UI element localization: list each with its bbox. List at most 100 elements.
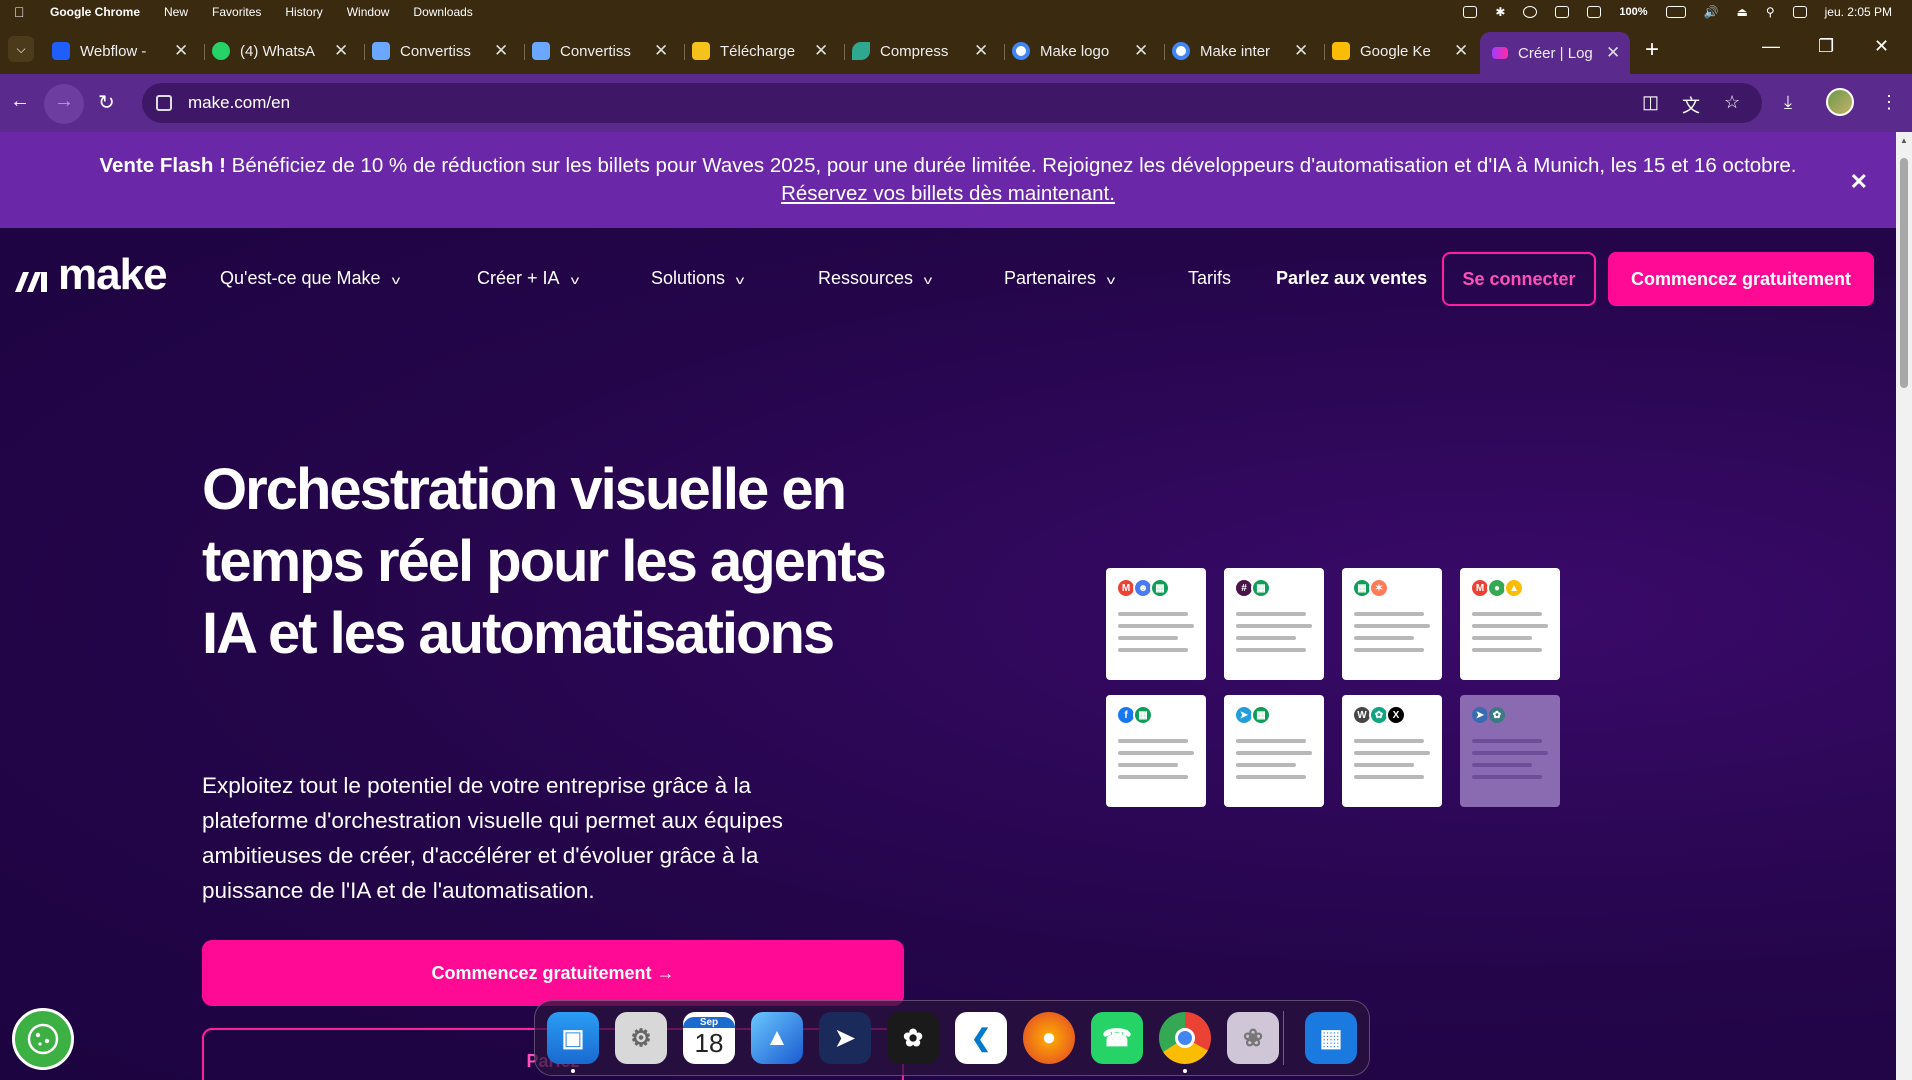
menubar-clock[interactable]: jeu. 2:05 PM — [1825, 5, 1892, 19]
cta-start-free-button[interactable]: Commencez gratuitement → — [202, 940, 904, 1006]
spotlight-search-icon[interactable]: ⚲ — [1766, 5, 1775, 19]
restore-window-icon[interactable]: ❐ — [1818, 36, 1834, 57]
nav-solutions[interactable]: Solutions v — [651, 268, 744, 289]
tab-close-icon[interactable]: ✕ — [494, 41, 508, 61]
drive-icon: ▲ — [1504, 578, 1524, 598]
install-app-icon[interactable]: ◫ — [1642, 92, 1659, 113]
chatgpt-icon[interactable]: ✿ — [887, 1012, 939, 1064]
chrome-icon[interactable] — [1159, 1012, 1211, 1064]
user-circle-icon[interactable] — [1523, 6, 1538, 18]
apple-menu-icon[interactable]:  — [14, 4, 34, 20]
login-button[interactable]: Se connecter — [1442, 252, 1596, 306]
automation-card[interactable]: M ☻ ▦ — [1106, 568, 1206, 680]
banner-link[interactable]: Réservez vos billets dès maintenant. — [781, 182, 1115, 205]
automation-card[interactable]: ▦ ✶ — [1342, 568, 1442, 680]
menu-favorites[interactable]: Favorites — [212, 5, 261, 19]
reload-icon[interactable]: ↻ — [98, 90, 115, 115]
nav-what-is-make[interactable]: Qu'est-ce que Make v — [220, 268, 400, 289]
make-logo-text[interactable]: make — [58, 250, 168, 300]
menu-new[interactable]: New — [164, 5, 188, 19]
automation-card[interactable]: ➤ ▦ — [1224, 695, 1324, 807]
tab-close-icon[interactable]: ✕ — [1606, 43, 1620, 63]
automation-card[interactable]: f ▦ — [1106, 695, 1206, 807]
tab-close-icon[interactable]: ✕ — [1134, 41, 1148, 61]
eject-icon[interactable]: ⏏ — [1736, 5, 1747, 19]
downloads-icon[interactable]: ⤓ — [1784, 92, 1792, 113]
device-icon[interactable] — [1555, 6, 1570, 18]
tab-make-logo[interactable]: Make logo ✕ — [1012, 36, 1162, 66]
tab-close-icon[interactable]: ✕ — [654, 41, 668, 61]
nav-create-ai[interactable]: Créer + IA v — [477, 268, 579, 289]
rocket-icon[interactable]: ➤ — [819, 1012, 871, 1064]
nav-partners[interactable]: Partenaires v — [1004, 268, 1115, 289]
tab-close-icon[interactable]: ✕ — [974, 41, 988, 61]
menu-history[interactable]: History — [285, 5, 322, 19]
automation-card[interactable]: W ✿ X — [1342, 695, 1442, 807]
display-icon[interactable] — [1587, 6, 1602, 18]
profile-avatar[interactable] — [1826, 88, 1854, 116]
menu-downloads[interactable]: Downloads — [413, 5, 472, 19]
tab-webflow[interactable]: Webflow - ✕ — [52, 36, 202, 66]
back-arrow-icon[interactable]: ← — [10, 90, 30, 113]
settings-icon[interactable]: ⚙ — [615, 1012, 667, 1064]
tab-close-icon[interactable]: ✕ — [334, 41, 348, 61]
calendar-icon[interactable]: Sep 18 — [683, 1012, 735, 1064]
nav-talk-to-sales[interactable]: Parlez aux ventes — [1276, 268, 1427, 289]
tab-close-icon[interactable]: ✕ — [1454, 41, 1468, 61]
control-center-icon[interactable] — [1792, 6, 1807, 18]
automation-card[interactable]: M ● ▲ — [1460, 568, 1560, 680]
bluetooth-icon[interactable]: ✱ — [1495, 5, 1505, 19]
address-bar[interactable]: make.com/en ◫ 文 ☆ — [142, 83, 1762, 123]
translate-icon[interactable]: 文 — [1682, 92, 1700, 118]
tab-telecharger[interactable]: Télécharge ✕ — [692, 36, 842, 66]
minimize-window-icon[interactable]: — — [1762, 36, 1780, 57]
nav-resources[interactable]: Ressources v — [818, 268, 932, 289]
chrome-menu-kebab-icon[interactable]: ⋮ — [1880, 92, 1898, 113]
tab-label: Webflow - — [80, 42, 147, 60]
banner-close-icon[interactable]: ✕ — [1850, 168, 1868, 196]
preview-icon[interactable]: ▲ — [751, 1012, 803, 1064]
firefox-icon[interactable]: ● — [1023, 1012, 1075, 1064]
tab-search-chevron-icon[interactable]: ⌵ — [8, 36, 34, 62]
tab-whatsapp[interactable]: (4) WhatsA ✕ — [212, 36, 362, 66]
automation-card-faded[interactable]: ➤ ✿ — [1460, 695, 1560, 807]
windows-icon[interactable]: ▦ — [1305, 1012, 1357, 1064]
menu-window[interactable]: Window — [347, 5, 390, 19]
google-favicon-icon — [1172, 42, 1190, 60]
signup-button[interactable]: Commencez gratuitement — [1608, 252, 1874, 306]
whatsapp-icon[interactable]: ☎ — [1091, 1012, 1143, 1064]
tab-compress[interactable]: Compress ✕ — [852, 36, 1002, 66]
tab-make-inter[interactable]: Make inter ✕ — [1172, 36, 1322, 66]
site-info-icon[interactable] — [156, 95, 172, 111]
tab-convertisseur-1[interactable]: Convertiss ✕ — [372, 36, 522, 66]
gallery-icon[interactable]: ❀ — [1227, 1012, 1279, 1064]
menu-app-name[interactable]: Google Chrome — [50, 5, 140, 19]
cookie-settings-button[interactable] — [12, 1008, 74, 1070]
finder-icon[interactable]: ▣ — [547, 1012, 599, 1064]
forward-arrow-icon[interactable]: → — [54, 90, 74, 113]
page-scrollbar[interactable]: ▲ — [1896, 132, 1912, 1080]
webflow-favicon-icon — [52, 42, 70, 60]
tab-close-icon[interactable]: ✕ — [1294, 41, 1308, 61]
tab-make-active[interactable]: Créer | Log ✕ — [1480, 32, 1630, 74]
vscode-icon[interactable]: ❮ — [955, 1012, 1007, 1064]
bookmark-star-icon[interactable]: ☆ — [1724, 92, 1740, 113]
close-window-icon[interactable]: ✕ — [1874, 36, 1889, 57]
image-favicon-icon — [372, 42, 390, 60]
tab-close-icon[interactable]: ✕ — [174, 41, 188, 61]
scroll-up-icon[interactable]: ▲ — [1900, 136, 1908, 145]
tab-google-keep[interactable]: Google Ke ✕ — [1332, 36, 1482, 66]
volume-icon[interactable]: 🔊 — [1704, 5, 1719, 19]
scrollbar-thumb[interactable] — [1900, 158, 1908, 388]
tab-convertisseur-2[interactable]: Convertiss ✕ — [532, 36, 682, 66]
nav-pricing[interactable]: Tarifs — [1188, 268, 1231, 289]
new-tab-plus-icon[interactable]: + — [1645, 36, 1659, 64]
make-logo-icon[interactable] — [13, 264, 53, 294]
automation-card[interactable]: # ▦ — [1224, 568, 1324, 680]
address-url[interactable]: make.com/en — [188, 93, 290, 113]
chevron-down-icon: v — [391, 273, 400, 287]
banner-text: Vente Flash ! Bénéficiez de 10 % de rédu… — [0, 152, 1896, 180]
tab-close-icon[interactable]: ✕ — [814, 41, 828, 61]
phone-mirror-icon[interactable] — [1463, 6, 1478, 18]
battery-icon[interactable] — [1665, 6, 1686, 18]
